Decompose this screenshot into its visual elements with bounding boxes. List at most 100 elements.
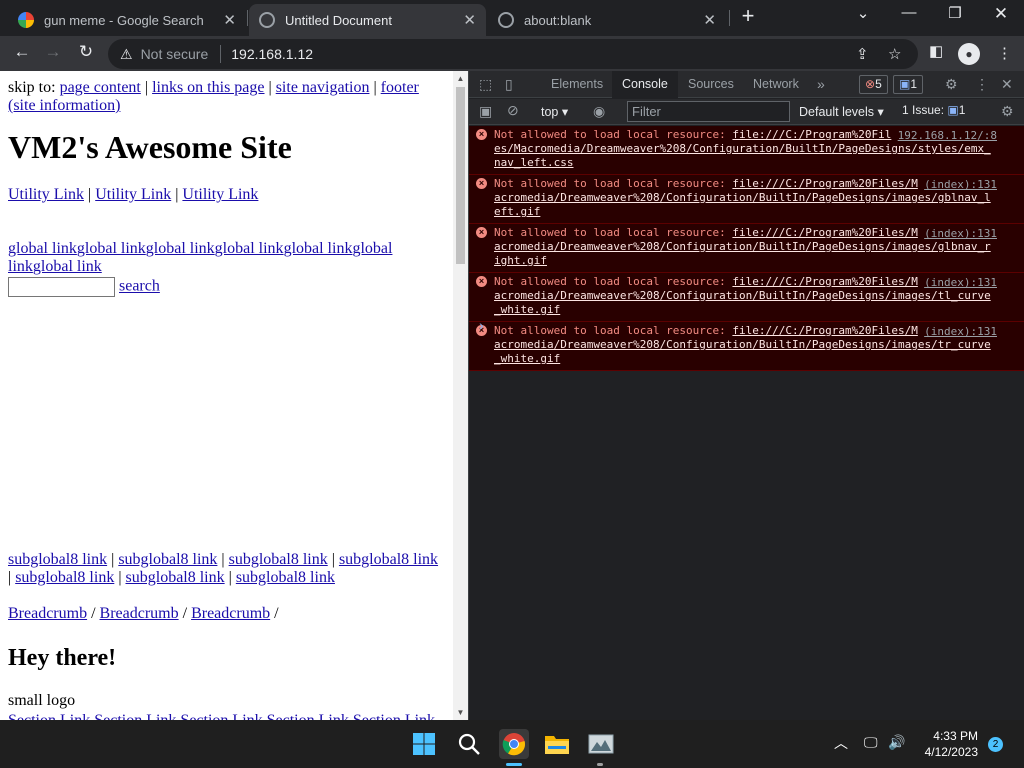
settings-gear-icon[interactable]: ⚙ — [945, 76, 958, 93]
scroll-down-arrow-icon[interactable]: ▼ — [453, 708, 468, 717]
breadcrumb-link[interactable]: Breadcrumb — [100, 605, 179, 622]
tab-console[interactable]: Console — [612, 71, 678, 98]
close-window-button[interactable]: ✕ — [981, 4, 1021, 24]
resource-url-rest[interactable]: acromedia/Dreamweaver%208/Configuration/… — [494, 191, 991, 218]
console-error-message[interactable]: × Not allowed to load local resource: fi… — [469, 175, 1024, 224]
console-error-message[interactable]: × Not allowed to load local resource: fi… — [469, 322, 1024, 371]
search-input[interactable] — [8, 277, 115, 297]
global-link[interactable]: global link — [215, 240, 284, 257]
subglobal-link[interactable]: subglobal8 link — [229, 551, 328, 568]
resource-url[interactable]: file:///C:/Program%20Files/M — [732, 226, 917, 239]
subglobal-link[interactable]: subglobal8 link — [8, 551, 107, 568]
breadcrumb-link[interactable]: Breadcrumb — [191, 605, 270, 622]
console-error-message[interactable]: × Not allowed to load local resource: fi… — [469, 273, 1024, 322]
share-icon[interactable]: ⇪ — [856, 45, 869, 63]
security-label[interactable]: Not secure — [141, 46, 209, 62]
global-link[interactable]: global link — [8, 240, 77, 257]
log-levels-dropdown[interactable]: Default levels ▾ — [799, 104, 884, 119]
more-tabs-chevron-icon[interactable]: » — [817, 76, 825, 92]
warning-icon[interactable]: ⚠ — [120, 46, 133, 63]
tab-search-icon[interactable]: ⌄ — [843, 4, 883, 22]
console-settings-gear-icon[interactable]: ⚙ — [1001, 103, 1014, 120]
devtools-menu-icon[interactable]: ⋮ — [975, 76, 989, 93]
subglobal-link[interactable]: subglobal8 link — [339, 551, 438, 568]
search-link[interactable]: search — [119, 278, 160, 295]
source-location-link[interactable]: (index):131 — [924, 227, 997, 241]
chrome-taskbar-icon[interactable] — [499, 729, 529, 759]
device-toolbar-icon[interactable]: ▯ — [505, 76, 513, 93]
scroll-up-arrow-icon[interactable]: ▲ — [453, 74, 468, 83]
close-devtools-icon[interactable]: ✕ — [1001, 76, 1013, 93]
network-icon[interactable]: 🖵 — [864, 734, 878, 751]
console-error-message[interactable]: × Not allowed to load local resource: fi… — [469, 224, 1024, 273]
console-prompt-chevron-icon[interactable]: › — [479, 317, 484, 333]
photos-app-icon[interactable] — [587, 730, 615, 758]
global-link[interactable]: global link — [77, 240, 146, 257]
section-links-cutoff[interactable]: Section Link Section Link Section Link S… — [8, 712, 445, 720]
tab-elements[interactable]: Elements — [541, 71, 613, 98]
reload-button[interactable]: ↻ — [74, 42, 98, 62]
page-scrollbar[interactable]: ▲ ▼ — [453, 71, 468, 720]
skip-link-links[interactable]: links on this page — [152, 79, 264, 96]
file-explorer-icon[interactable] — [543, 730, 571, 758]
volume-icon[interactable]: 🔊 — [888, 734, 905, 751]
sidebar-toggle-icon[interactable]: ▣ — [479, 103, 492, 120]
resource-url-rest[interactable]: es/Macromedia/Dreamweaver%208/Configurat… — [494, 142, 991, 169]
tab-google-search[interactable]: gun meme - Google Search ✕ — [8, 4, 246, 36]
source-location-link[interactable]: (index):131 — [924, 178, 997, 192]
subglobal-link[interactable]: subglobal8 link — [118, 551, 217, 568]
close-tab-icon[interactable]: ✕ — [703, 11, 716, 29]
live-expression-eye-icon[interactable]: ◉ — [593, 103, 605, 120]
resource-url[interactable]: file:///C:/Program%20Files/M — [732, 275, 917, 288]
taskbar-clock[interactable]: 4:33 PM 4/12/2023 — [916, 728, 978, 760]
bookmark-star-icon[interactable]: ☆ — [888, 45, 901, 63]
profile-avatar-icon[interactable]: ● — [958, 43, 980, 65]
side-panel-icon[interactable]: ◧ — [929, 42, 943, 60]
address-bar[interactable]: ⚠ Not secure 192.168.1.12 ⇪ ☆ — [108, 39, 918, 69]
tab-about-blank[interactable]: about:blank ✕ — [488, 4, 726, 36]
skip-link-navigation[interactable]: site navigation — [276, 79, 370, 96]
source-location-link[interactable]: (index):131 — [924, 325, 997, 339]
notification-badge[interactable]: 2 — [988, 737, 1003, 752]
tab-network[interactable]: Network — [743, 71, 809, 98]
source-location-link[interactable]: 192.168.1.12/:8 — [898, 129, 997, 143]
url-text[interactable]: 192.168.1.12 — [231, 46, 313, 62]
message-count-badge[interactable]: ▣1 — [893, 75, 924, 94]
resource-url-rest[interactable]: acromedia/Dreamweaver%208/Configuration/… — [494, 289, 991, 316]
source-location-link[interactable]: (index):131 — [924, 276, 997, 290]
new-tab-button[interactable]: + — [728, 3, 768, 29]
utility-link[interactable]: Utility Link — [95, 186, 171, 203]
scrollbar-thumb[interactable] — [456, 87, 465, 264]
utility-link[interactable]: Utility Link — [8, 186, 84, 203]
resource-url[interactable]: file:///C:/Program%20Files/M — [732, 324, 917, 337]
minimize-button[interactable]: — — [889, 4, 929, 21]
global-link[interactable]: global link — [146, 240, 215, 257]
back-button[interactable]: ← — [10, 42, 34, 62]
tab-sources[interactable]: Sources — [678, 71, 744, 98]
global-link[interactable]: global link — [284, 240, 353, 257]
show-hidden-icons-chevron-icon[interactable]: ︿ — [834, 733, 848, 753]
close-tab-icon[interactable]: ✕ — [223, 11, 236, 29]
context-selector[interactable]: top ▾ — [541, 104, 568, 119]
utility-link[interactable]: Utility Link — [182, 186, 258, 203]
subglobal-link[interactable]: subglobal8 link — [15, 569, 114, 586]
resource-url[interactable]: file:///C:/Program%20Files/M — [732, 177, 917, 190]
breadcrumb-link[interactable]: Breadcrumb — [8, 605, 87, 622]
skip-link-content[interactable]: page content — [60, 79, 141, 96]
resource-url-rest[interactable]: acromedia/Dreamweaver%208/Configuration/… — [494, 240, 991, 267]
global-link[interactable]: global link — [33, 258, 102, 275]
error-count-badge[interactable]: ⊗5 — [859, 75, 888, 94]
resource-url-rest[interactable]: acromedia/Dreamweaver%208/Configuration/… — [494, 338, 991, 365]
forward-button[interactable]: → — [41, 42, 65, 62]
search-icon[interactable] — [455, 730, 483, 758]
windows-start-icon[interactable] — [410, 730, 438, 758]
chrome-menu-icon[interactable]: ⋮ — [997, 44, 1012, 62]
subglobal-link[interactable]: subglobal8 link — [126, 569, 225, 586]
tab-untitled-document[interactable]: Untitled Document ✕ — [249, 4, 486, 36]
maximize-button[interactable]: ❐ — [935, 4, 975, 22]
resource-url[interactable]: file:///C:/Program%20Fil — [732, 128, 891, 141]
clear-console-icon[interactable]: ⊘ — [507, 102, 519, 119]
subglobal-link[interactable]: subglobal8 link — [236, 569, 335, 586]
close-tab-icon[interactable]: ✕ — [463, 11, 476, 29]
inspect-element-icon[interactable]: ⬚ — [479, 76, 492, 93]
